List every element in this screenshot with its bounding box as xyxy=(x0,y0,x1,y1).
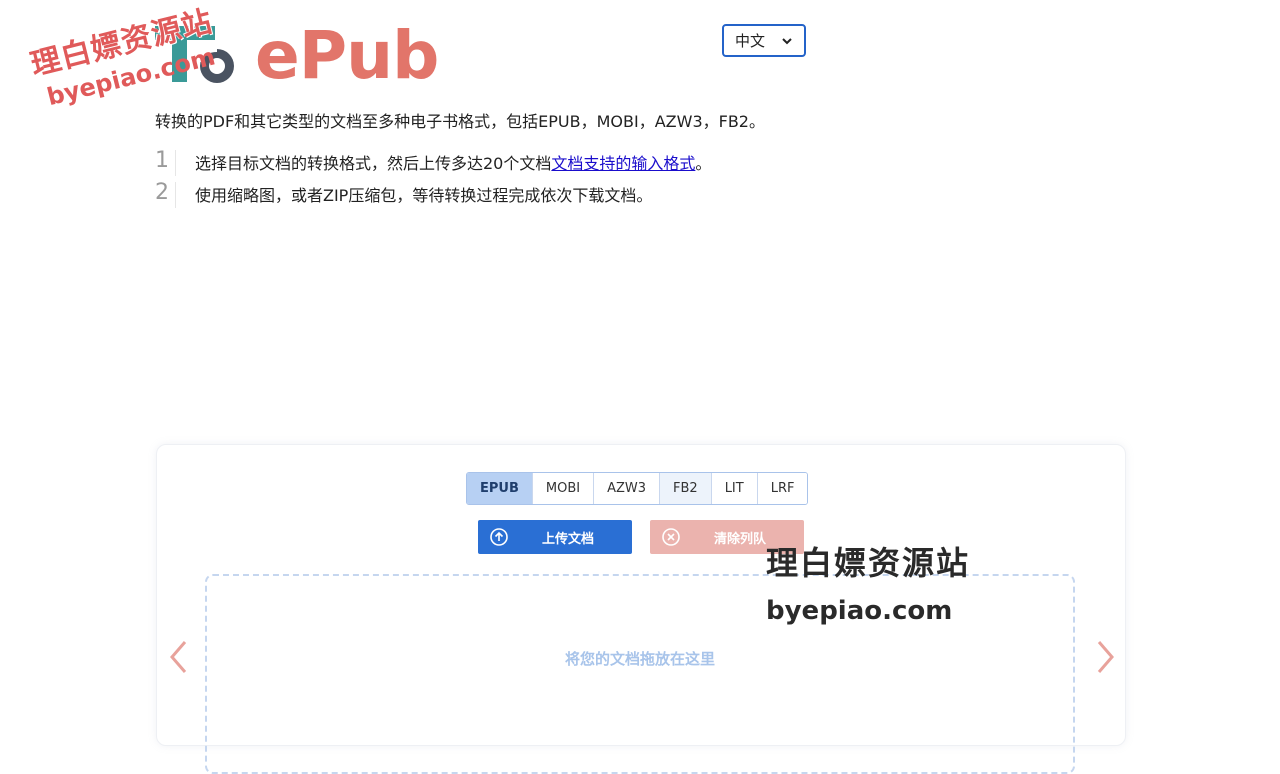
step-1-text: 选择目标文档的转换格式，然后上传多达20个文档 xyxy=(195,154,552,173)
upload-button[interactable]: 上传文档 xyxy=(478,520,632,554)
upload-arrow-icon xyxy=(490,528,508,546)
logo[interactable]: ePub xyxy=(155,17,445,94)
close-circle-icon xyxy=(662,528,680,546)
chevron-down-icon xyxy=(782,38,792,45)
tab-epub[interactable]: EPUB xyxy=(467,473,533,504)
tab-fb2[interactable]: FB2 xyxy=(660,473,712,504)
step-divider xyxy=(175,182,176,208)
step-text: 选择目标文档的转换格式，然后上传多达20个文档文档支持的输入格式。 xyxy=(195,150,711,174)
step-number: 1 xyxy=(155,148,169,173)
supported-formats-link[interactable]: 文档支持的输入格式 xyxy=(551,154,695,173)
clear-queue-button[interactable]: 清除列队 xyxy=(650,520,804,554)
tab-azw3[interactable]: AZW3 xyxy=(594,473,661,504)
logo-mark-icon xyxy=(155,26,234,83)
logo-text: ePub xyxy=(255,17,439,94)
converter-card: EPUB MOBI AZW3 FB2 LIT LRF 上传文档 清除列队 将您的… xyxy=(156,444,1126,774)
intro-text: 转换的PDF和其它类型的文档至多种电子书格式，包括EPUB，MOBI，AZW3，… xyxy=(155,112,765,131)
step-1-suffix: 。 xyxy=(695,154,712,173)
chevron-right-icon[interactable] xyxy=(1095,639,1117,675)
language-select-value: 中文 xyxy=(735,32,766,50)
step-2-text: 使用缩略图，或者ZIP压缩包，等待转换过程完成依次下载文档。 xyxy=(195,186,653,205)
step-number: 2 xyxy=(155,180,169,205)
chevron-left-icon[interactable] xyxy=(167,639,189,675)
tab-mobi[interactable]: MOBI xyxy=(532,473,595,504)
drop-zone-text: 将您的文档拖放在这里 xyxy=(564,650,715,668)
tab-lrf[interactable]: LRF xyxy=(757,473,808,504)
step-divider xyxy=(175,150,176,176)
drop-zone[interactable]: 将您的文档拖放在这里 xyxy=(205,574,1075,774)
format-tabs: EPUB MOBI AZW3 FB2 LIT LRF xyxy=(466,472,809,505)
tab-lit[interactable]: LIT xyxy=(711,473,758,504)
language-select[interactable]: 中文 xyxy=(722,24,806,57)
